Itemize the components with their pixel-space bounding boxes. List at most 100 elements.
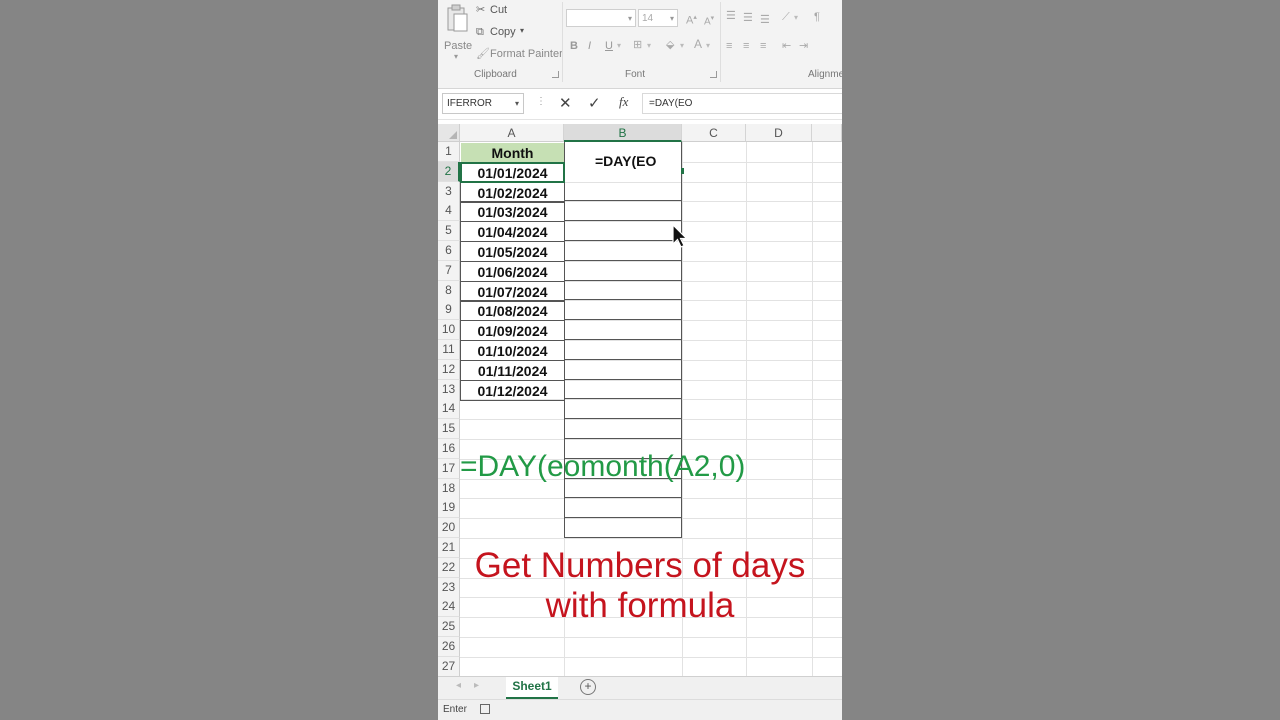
fill-color-dropdown-icon[interactable]: ▾ [680,40,684,52]
font-name-combo[interactable]: ▾ [566,9,636,27]
name-box-dropdown-icon[interactable]: ▾ [515,94,519,113]
macro-record-icon[interactable] [480,704,490,714]
increase-indent-icon[interactable]: ⇥ [799,40,808,52]
row-header-17[interactable]: 17 [438,458,460,479]
sheet-tab-sheet1[interactable]: Sheet1 [506,677,558,699]
borders-icon[interactable]: ⊞ [633,39,642,51]
cell-a12-month[interactable]: 01/11/2024 [460,359,565,381]
clipboard-dialog-launcher[interactable] [552,71,559,78]
cell-a2-month[interactable]: 01/01/2024 [460,161,565,183]
cell-a13-month[interactable]: 01/12/2024 [460,379,565,401]
cell-a9-month[interactable]: 01/08/2024 [460,300,565,322]
cell-a11-month[interactable]: 01/10/2024 [460,340,565,361]
column-header-b[interactable]: B [564,124,682,142]
insert-function-button[interactable]: fx [619,94,628,110]
cell-b12[interactable] [564,360,682,380]
row-header-19[interactable]: 19 [438,498,460,519]
bold-button[interactable]: B [570,40,578,52]
paste-dropdown-icon[interactable]: ▾ [454,52,458,61]
cell-b7[interactable] [564,261,682,281]
orientation-dropdown-icon[interactable]: ▾ [794,12,798,24]
cell-b6[interactable] [564,241,682,261]
row-header-2[interactable]: 2 [438,161,460,182]
borders-dropdown-icon[interactable]: ▾ [647,40,651,52]
align-center-icon[interactable]: ≡ [743,40,749,52]
row-header-3[interactable]: 3 [438,181,460,202]
row-header-6[interactable]: 6 [438,241,460,261]
row-header-8[interactable]: 8 [438,280,460,301]
cell-a5-month[interactable]: 01/04/2024 [460,221,565,243]
cell-b5[interactable] [564,221,682,241]
add-sheet-icon[interactable]: + [580,679,596,695]
copy-button[interactable]: ⧉ Copy ▾ [476,26,536,40]
row-header-12[interactable]: 12 [438,359,460,380]
row-header-18[interactable]: 18 [438,478,460,499]
cell-b8[interactable] [564,281,682,301]
copy-dropdown-icon[interactable]: ▾ [520,26,524,35]
row-header-16[interactable]: 16 [438,439,460,459]
row-header-15[interactable]: 15 [438,419,460,440]
font-size-dropdown-icon[interactable]: ▾ [670,10,674,28]
cell-a3-month[interactable]: 01/02/2024 [460,181,565,203]
font-name-dropdown-icon[interactable]: ▾ [628,10,632,28]
column-header-d[interactable]: D [746,124,812,142]
cell-a6-month[interactable]: 01/05/2024 [460,241,565,262]
cell-b15[interactable] [564,419,682,439]
increase-font-size-icon[interactable]: A▴ [686,12,697,27]
cell-a1-header[interactable]: Month [461,143,564,162]
scroll-right-icon[interactable]: ▸ [474,680,479,691]
fill-handle[interactable] [681,168,684,174]
decrease-font-size-icon[interactable]: A▾ [704,13,714,28]
scroll-left-icon[interactable]: ◂ [456,680,461,691]
column-header-a[interactable]: A [460,124,564,142]
paste-button[interactable]: Paste ▾ [444,4,472,61]
cancel-entry-icon[interactable]: ✕ [559,94,572,112]
cell-a4-month[interactable]: 01/03/2024 [460,201,565,223]
row-header-13[interactable]: 13 [438,379,460,400]
fill-color-icon[interactable]: ⬙ [666,39,674,51]
row-header-14[interactable]: 14 [438,399,460,420]
formula-input[interactable]: =DAY(EO [642,93,842,114]
cell-b13[interactable] [564,380,682,400]
top-align-icon[interactable]: ☰ [726,10,736,22]
underline-button[interactable]: U [605,40,613,52]
confirm-entry-icon[interactable]: ✓ [588,94,601,112]
cell-b20[interactable] [564,518,682,538]
italic-button[interactable]: I [588,40,591,52]
middle-align-icon[interactable]: ☰ [743,12,753,24]
column-header-c[interactable]: C [682,124,746,142]
orientation-icon[interactable]: ⟋ [782,11,790,23]
format-painter-button[interactable]: 🖌 Format Painter [476,48,563,62]
row-header-1[interactable]: 1 [438,142,460,162]
cell-b4[interactable] [564,201,682,222]
row-header-9[interactable]: 9 [438,300,460,321]
align-right-icon[interactable]: ≡ [760,40,766,52]
row-header-4[interactable]: 4 [438,201,460,222]
row-header-7[interactable]: 7 [438,260,460,281]
font-color-icon[interactable]: A [694,38,702,50]
bottom-align-icon[interactable]: ☰ [760,14,770,26]
name-box[interactable]: IFERROR ▾ [442,93,524,114]
cell-a7-month[interactable]: 01/06/2024 [460,260,565,282]
cell-b11[interactable] [564,340,682,360]
align-left-icon[interactable]: ≡ [726,40,732,52]
cell-b10[interactable] [564,320,682,340]
row-header-20[interactable]: 20 [438,518,460,539]
cell-b19[interactable] [564,498,682,519]
cell-b9[interactable] [564,300,682,321]
cell-a8-month[interactable]: 01/07/2024 [460,280,565,302]
cell-b3[interactable] [564,182,682,202]
cell-b14[interactable] [564,399,682,420]
row-header-5[interactable]: 5 [438,221,460,242]
decrease-indent-icon[interactable]: ⇤ [782,40,791,52]
cell-a10-month[interactable]: 01/09/2024 [460,320,565,342]
column-header-e[interactable] [812,124,842,142]
row-header-11[interactable]: 11 [438,340,460,360]
underline-dropdown-icon[interactable]: ▾ [617,40,621,52]
active-cell-b2[interactable]: =DAY(EO [564,142,684,182]
row-header-26[interactable]: 26 [438,637,460,657]
wrap-text-icon[interactable]: ¶ [814,11,820,23]
font-dialog-launcher[interactable] [710,71,717,78]
row-header-27[interactable]: 27 [438,656,460,676]
font-size-combo[interactable]: 14 ▾ [638,9,678,27]
